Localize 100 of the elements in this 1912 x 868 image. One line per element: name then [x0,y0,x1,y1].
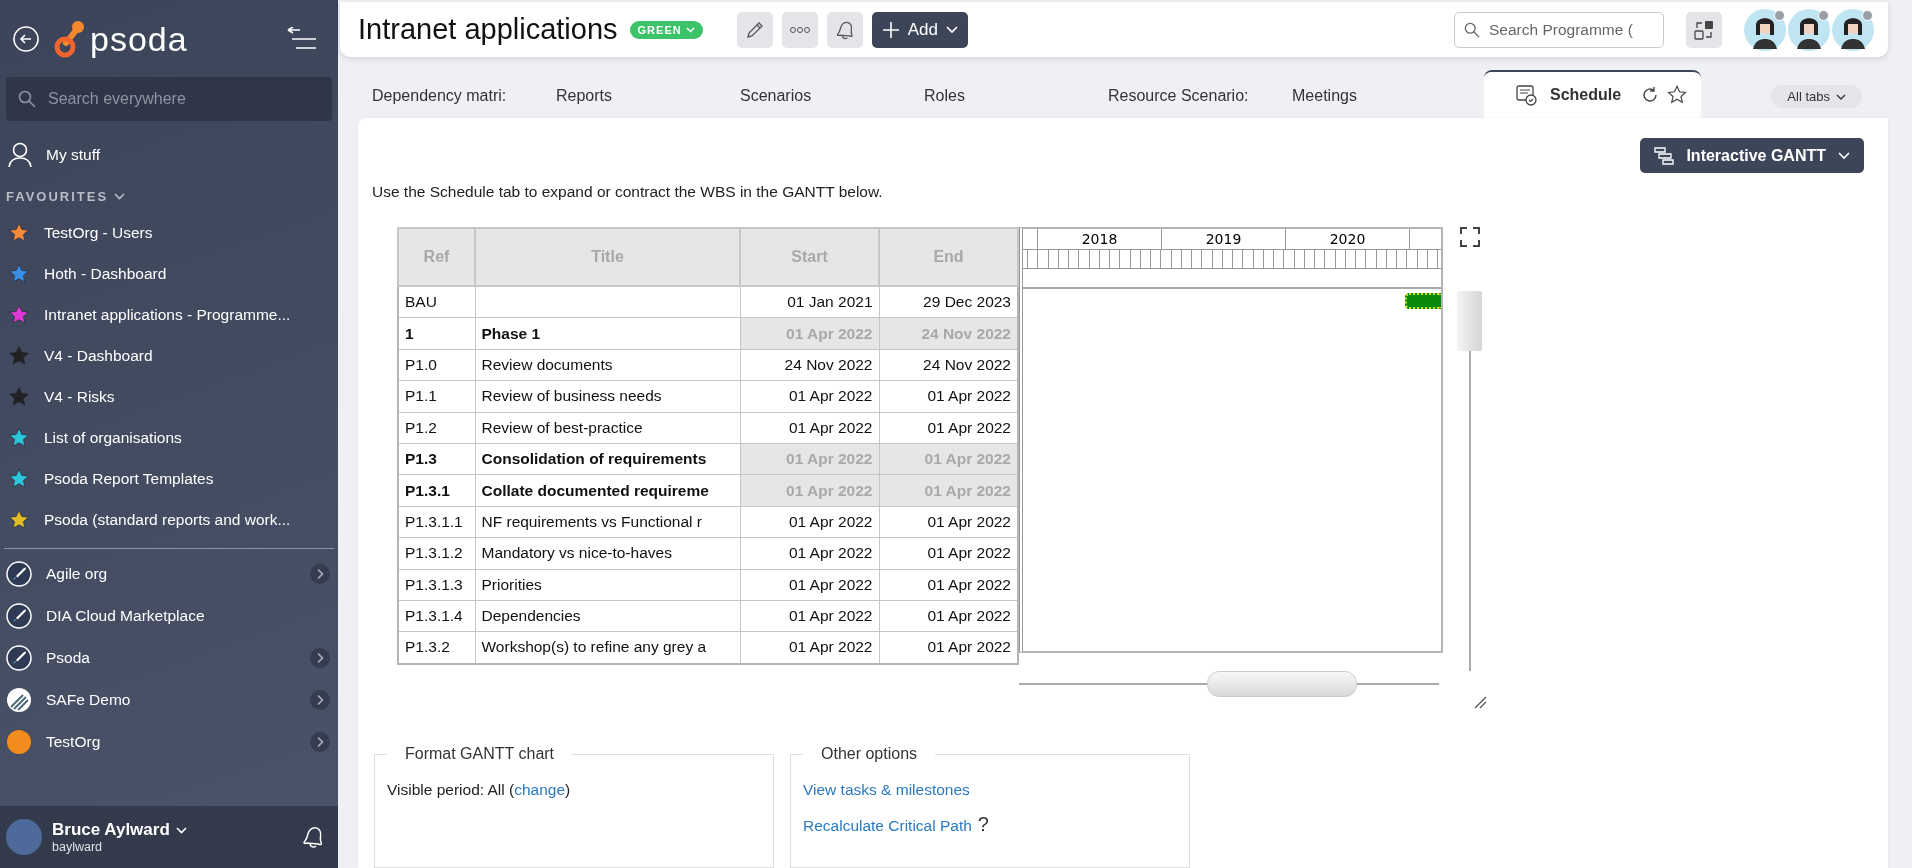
visible-period-text: Visible period: All (change) [387,781,572,799]
team-avatar[interactable] [1832,8,1874,51]
date-cell: 01 Apr 2022 [740,474,879,507]
favourite-link[interactable]: Intranet applications - Programme... [44,305,291,324]
back-icon [12,25,40,53]
chevron-down-icon [1838,151,1850,160]
date-cell: 01 Jan 2021 [740,286,879,318]
dots-icon [788,25,811,34]
tab[interactable]: Scenarios [728,74,912,118]
edit-button[interactable] [736,11,773,48]
gantt-bar[interactable] [1405,293,1441,309]
fullscreen-icon[interactable] [1460,227,1480,247]
date-cell: 01 Apr 2022 [879,443,1018,475]
date-cell: 01 Apr 2022 [740,380,879,413]
ref-cell: P1.3.1.4 [398,600,475,632]
title-cell: NF requirements vs Functional r [475,506,740,538]
tab[interactable]: Resource Scenario: [1096,74,1280,118]
ref-cell: 1 [398,317,475,350]
chevron-right-icon[interactable] [310,690,330,710]
organisation-link[interactable]: TestOrg [46,733,101,751]
ref-cell: P1.3.1.3 [398,569,475,601]
chevron-right-icon[interactable] [310,648,330,668]
panel-title: Format GANTT chart [404,745,556,763]
chevron-down-icon [1836,93,1846,100]
search-field[interactable]: Search everywhere [6,77,332,121]
ref-cell: P1.3 [398,443,475,475]
title-cell: Phase 1 [475,317,740,350]
schedule-icon [1514,83,1538,107]
date-cell: 01 Apr 2022 [740,317,879,350]
year-label: 2018 [1037,229,1161,249]
logo-text: psoda [90,19,188,59]
add-button[interactable]: Add [871,11,968,48]
chevron-right-icon[interactable] [310,564,330,584]
ref-cell: P1.3.1 [398,474,475,507]
notify-button[interactable] [826,11,863,48]
title-cell: Collate documented requireme [475,474,740,507]
chevron-right-icon[interactable] [310,732,330,752]
date-cell: 01 Apr 2022 [740,537,879,569]
year-label: 2019 [1161,229,1285,249]
title-cell: Dependencies [475,600,740,632]
option-link[interactable]: Recalculate Critical Path [803,817,972,834]
user-name[interactable]: Bruce Aylward [52,820,170,840]
panel-title: Other options [820,745,919,763]
view-selector-button[interactable]: Interactive GANTT [1640,138,1864,173]
chevron-down-icon [114,193,126,200]
tab[interactable]: Reports [544,74,728,118]
tab[interactable]: Dependency matri: [360,74,544,118]
date-cell: 01 Apr 2022 [740,569,879,601]
menu-icon[interactable] [286,27,318,51]
date-cell: 01 Apr 2022 [740,412,879,444]
organisation-link[interactable]: Psoda [46,649,90,667]
favourite-link[interactable]: TestOrg - Users [44,223,153,242]
team-avatar[interactable] [1788,8,1830,51]
option-link[interactable]: View tasks & milestones [803,781,970,798]
organisation-link[interactable]: DIA Cloud Marketplace [46,607,205,625]
all-tabs-button[interactable]: All tabs [1771,85,1862,108]
favourite-link[interactable]: Psoda Report Templates [44,469,214,488]
chevron-down-icon [945,25,958,34]
title-cell: Review of best-practice [475,412,740,444]
date-cell: 01 Apr 2022 [740,506,879,538]
title-cell: Consolidation of requirements [475,443,740,475]
year-label: 2020 [1285,229,1409,249]
favourite-link[interactable]: List of organisations [44,428,182,447]
date-cell: 01 Apr 2022 [740,600,879,632]
ref-cell: P1.3.1.2 [398,537,475,569]
help-icon[interactable]: ? [977,813,989,835]
refresh-icon[interactable] [1641,86,1660,104]
user-login: baylward [52,840,104,854]
ref-cell: P1.3.1.1 [398,506,475,538]
team-avatar[interactable] [1744,8,1786,51]
organisation-link[interactable]: SAFe Demo [46,691,131,709]
tab[interactable]: Roles [912,74,1096,118]
circle-logo-icon [6,729,32,755]
date-cell: 01 Apr 2022 [879,474,1018,507]
favourite-link[interactable]: Hoth - Dashboard [44,264,167,283]
favourites-heading[interactable]: FAVOURITES [6,189,109,204]
favourite-link[interactable]: V4 - Dashboard [44,346,153,365]
favourite-link[interactable]: Psoda (standard reports and work... [44,510,291,529]
horizontal-slider-handle[interactable] [1207,671,1357,697]
switch-button[interactable] [1686,11,1722,48]
chevron-down-icon [175,826,187,834]
gantt-icon [1654,146,1675,165]
organisation-link[interactable]: Agile org [46,565,108,583]
tab[interactable]: Meetings [1280,74,1464,118]
date-cell: 01 Apr 2022 [740,443,879,475]
date-cell: 24 Nov 2022 [740,349,879,381]
switch-icon [1693,18,1715,41]
ref-cell: BAU [398,286,475,318]
star-icon[interactable] [1667,85,1688,105]
striped-logo-icon [6,687,32,713]
instruction-text: Use the Schedule tab to expand or contract the WBS in the GANTT below. [372,183,884,201]
my-stuff-link[interactable]: My stuff [46,146,100,164]
favourite-link[interactable]: V4 - Risks [44,387,115,406]
change-link[interactable]: change [514,781,566,798]
search-field[interactable]: Search Programme ( [1454,11,1664,48]
page-title: Intranet applications [358,13,618,47]
more-button[interactable] [781,11,818,48]
chevron-down-icon [685,26,695,33]
vertical-slider-handle[interactable] [1457,291,1482,351]
date-cell: 24 Nov 2022 [879,317,1018,350]
